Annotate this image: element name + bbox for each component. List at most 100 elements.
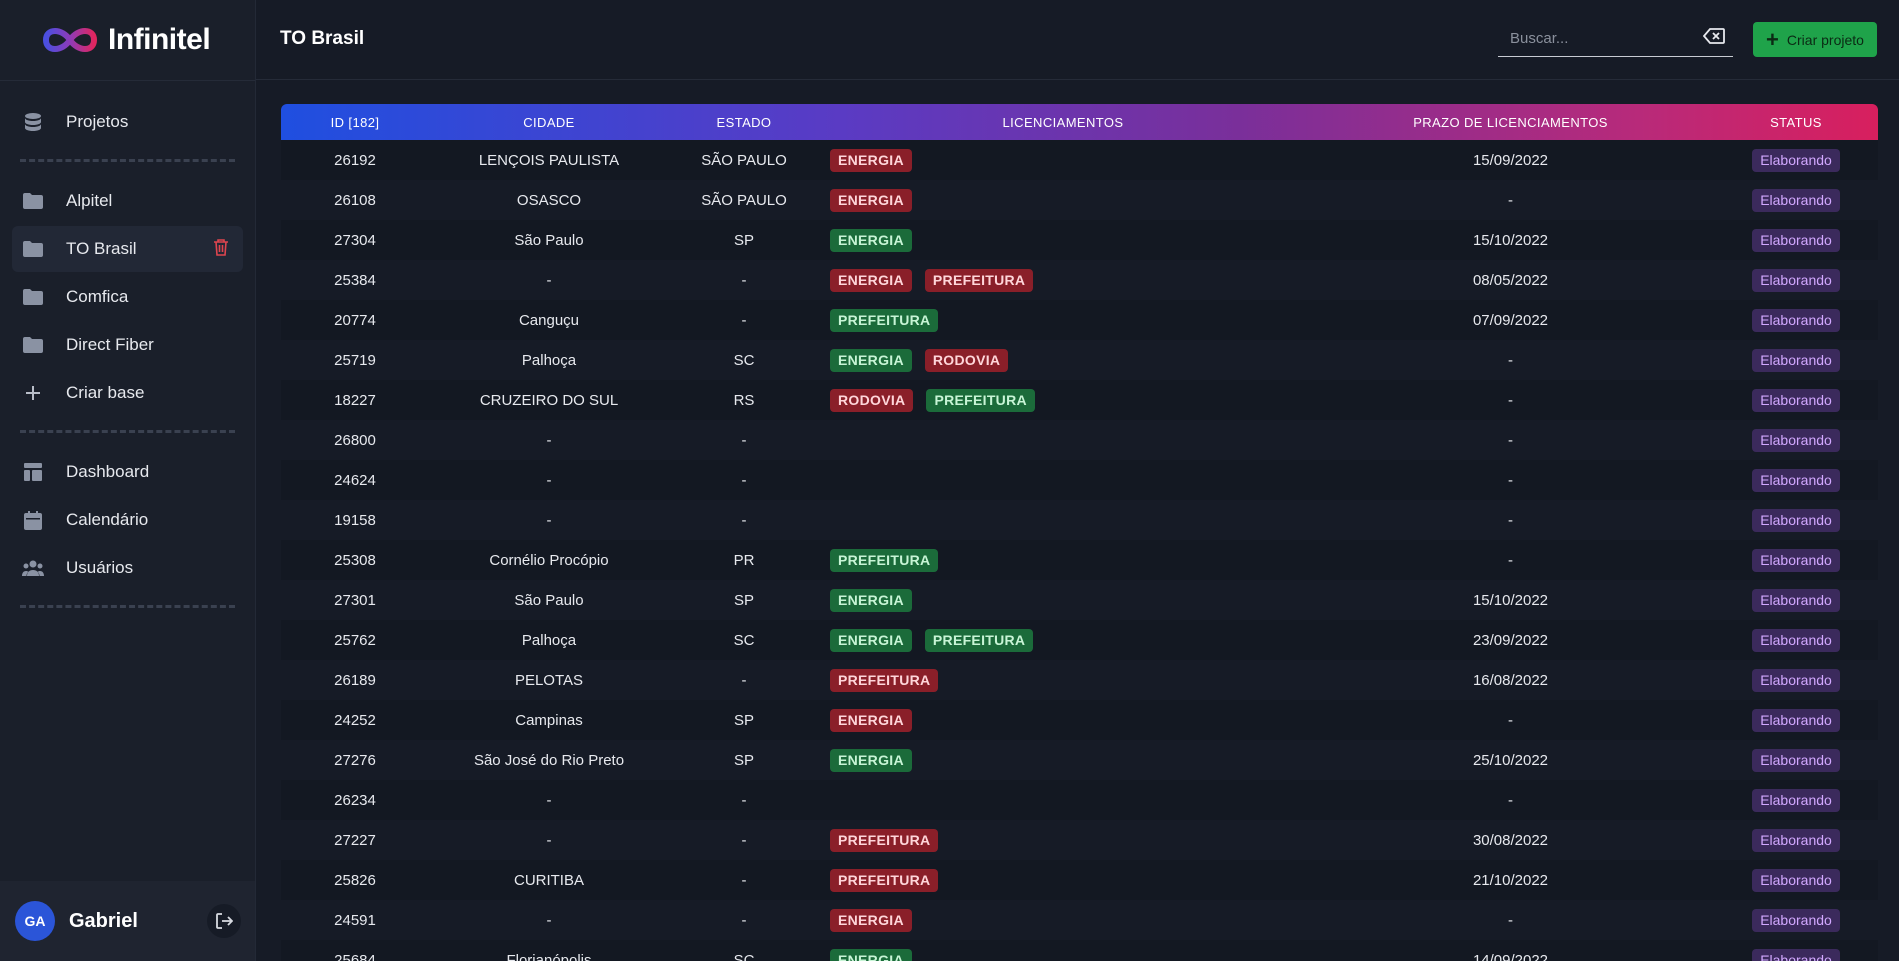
table-row[interactable]: 26800 - - - Elaborando (281, 420, 1878, 460)
table-row[interactable]: 25762 Palhoça SC ENERGIA PREFEITURA 23/09/202… (281, 620, 1878, 660)
cell-estado: SC (733, 951, 755, 961)
status-badge[interactable]: Elaborando (1752, 668, 1840, 692)
logo[interactable]: Infinitel (0, 0, 255, 81)
table-row[interactable]: 19158 - - - Elaborando (281, 500, 1878, 540)
cell-licenciamentos: PREFEITURA (819, 820, 1307, 860)
table-row[interactable]: 26192 LENÇOIS PAULISTA SÃO PAULO ENERGIA 15/… (281, 140, 1878, 180)
column-header-cidade[interactable]: CIDADE (429, 104, 669, 140)
table-row[interactable]: 27304 São Paulo SP ENERGIA 15/10/2022 Elabora… (281, 220, 1878, 260)
table-row[interactable]: 24591 - - ENERGIA - Elaborando (281, 900, 1878, 940)
sidebar: Infinitel Projetos Alpitel TO Brasil Com… (0, 0, 256, 961)
status-badge[interactable]: Elaborando (1752, 268, 1840, 292)
sidebar-item-direct-fiber[interactable]: Direct Fiber (12, 322, 243, 368)
cell-id: 27304 (334, 231, 376, 249)
cell-estado: - (741, 311, 747, 329)
status-badge[interactable]: Elaborando (1752, 388, 1840, 412)
sidebar-item-criar-base[interactable]: Criar base (12, 370, 243, 416)
clear-search-icon[interactable] (1702, 28, 1725, 46)
logout-button[interactable] (207, 904, 241, 938)
table-row[interactable]: 25384 - - ENERGIA PREFEITURA 08/05/2022 Elabor… (281, 260, 1878, 300)
status-badge[interactable]: Elaborando (1752, 308, 1840, 332)
cell-licenciamentos (819, 420, 1307, 460)
projects-table: ID [182] CIDADE ESTADO LICENCIAMENTOS PR… (281, 104, 1878, 961)
cell-cidade: - (546, 831, 552, 849)
status-badge[interactable]: Elaborando (1752, 828, 1840, 852)
table-row[interactable]: 26234 - - - Elaborando (281, 780, 1878, 820)
table-row[interactable]: 27227 - - PREFEITURA 30/08/2022 Elaborando (281, 820, 1878, 860)
cell-cidade: CURITIBA (513, 871, 584, 889)
cell-prazo: 15/10/2022 (1472, 591, 1549, 609)
cell-prazo: - (1508, 191, 1513, 209)
status-badge[interactable]: Elaborando (1752, 948, 1840, 961)
cell-status: Elaborando (1714, 740, 1878, 780)
status-badge[interactable]: Elaborando (1752, 908, 1840, 932)
divider (20, 159, 235, 162)
cell-id: 25684 (334, 951, 376, 961)
sidebar-item-alpitel[interactable]: Alpitel (12, 178, 243, 224)
cell-estado: - (741, 791, 747, 809)
table-row[interactable]: 25684 Florianópolis SC ENERGIA 14/09/2022 Ela… (281, 940, 1878, 961)
table-row[interactable]: 27301 São Paulo SP ENERGIA 15/10/2022 Elabora… (281, 580, 1878, 620)
sidebar-item-label: Direct Fiber (66, 335, 154, 354)
sidebar-item-calendario[interactable]: Calendário (12, 497, 243, 543)
cell-cidade: - (546, 471, 552, 489)
status-badge[interactable]: Elaborando (1752, 228, 1840, 252)
status-badge[interactable]: Elaborando (1752, 348, 1840, 372)
infinity-logo-icon (42, 28, 98, 52)
table-row[interactable]: 25719 Palhoça SC ENERGIA RODOVIA - Elaborando (281, 340, 1878, 380)
cell-estado: - (741, 831, 747, 849)
sidebar-item-to-brasil[interactable]: TO Brasil (12, 226, 243, 272)
table-row[interactable]: 25826 CURITIBA - PREFEITURA 21/10/2022 Elabor… (281, 860, 1878, 900)
sidebar-nav: Projetos Alpitel TO Brasil Comfica Direc… (0, 81, 255, 608)
sidebar-item-label: TO Brasil (66, 239, 137, 258)
status-badge[interactable]: Elaborando (1752, 588, 1840, 612)
table-row[interactable]: 18227 CRUZEIRO DO SUL RS RODOVIA PREFEITURA -… (281, 380, 1878, 420)
sidebar-item-label: Usuários (66, 558, 134, 577)
status-badge[interactable]: Elaborando (1752, 188, 1840, 212)
sidebar-item-usuarios[interactable]: Usuários (12, 545, 243, 591)
status-badge[interactable]: Elaborando (1752, 628, 1840, 652)
cell-status: Elaborando (1714, 580, 1878, 620)
search-box (1498, 20, 1733, 57)
cell-id: 27227 (334, 831, 376, 849)
table-row[interactable]: 25308 Cornélio Procópio PR PREFEITURA - Elabo… (281, 540, 1878, 580)
cell-estado: SÃO PAULO (701, 151, 787, 169)
cell-licenciamentos: ENERGIA (819, 220, 1307, 260)
avatar[interactable]: GA (15, 901, 55, 941)
status-badge[interactable]: Elaborando (1752, 748, 1840, 772)
status-badge[interactable]: Elaborando (1752, 508, 1840, 532)
table-row[interactable]: 24252 Campinas SP ENERGIA - Elaborando (281, 700, 1878, 740)
user-name: Gabriel (69, 909, 138, 932)
divider (20, 605, 235, 608)
column-header-prazo[interactable]: PRAZO DE LICENCIAMENTOS (1307, 104, 1714, 140)
table-row[interactable]: 26189 PELOTAS - PREFEITURA 16/08/2022 Elabora… (281, 660, 1878, 700)
status-badge[interactable]: Elaborando (1752, 788, 1840, 812)
projects-table-container: ID [182] CIDADE ESTADO LICENCIAMENTOS PR… (281, 104, 1878, 961)
status-badge[interactable]: Elaborando (1752, 868, 1840, 892)
status-badge[interactable]: Elaborando (1752, 708, 1840, 732)
search-input[interactable] (1498, 20, 1712, 56)
cell-estado: SP (733, 591, 754, 609)
status-badge[interactable]: Elaborando (1752, 428, 1840, 452)
table-row[interactable]: 27276 São José do Rio Preto SP ENERGIA 25/10… (281, 740, 1878, 780)
create-project-button[interactable]: + Criar projeto (1753, 22, 1877, 57)
column-header-status[interactable]: STATUS (1714, 104, 1878, 140)
table-row[interactable]: 26108 OSASCO SÃO PAULO ENERGIA - Elaborando (281, 180, 1878, 220)
column-header-licenciamentos[interactable]: LICENCIAMENTOS (819, 104, 1307, 140)
column-header-id[interactable]: ID [182] (281, 104, 429, 140)
sidebar-item-dashboard[interactable]: Dashboard (12, 449, 243, 495)
sidebar-item-comfica[interactable]: Comfica (12, 274, 243, 320)
table-row[interactable]: 24624 - - - Elaborando (281, 460, 1878, 500)
column-header-estado[interactable]: ESTADO (669, 104, 819, 140)
sidebar-item-projetos[interactable]: Projetos (12, 99, 243, 145)
licenciamento-badge: ENERGIA (830, 228, 912, 252)
status-badge[interactable]: Elaborando (1752, 468, 1840, 492)
top-header: TO Brasil + Criar projeto (256, 0, 1899, 80)
cell-estado: SÃO PAULO (701, 191, 787, 209)
table-row[interactable]: 20774 Canguçu - PREFEITURA 07/09/2022 Elabora… (281, 300, 1878, 340)
status-badge[interactable]: Elaborando (1752, 548, 1840, 572)
cell-prazo: 25/10/2022 (1472, 751, 1549, 769)
status-badge[interactable]: Elaborando (1752, 148, 1840, 172)
database-icon (22, 111, 44, 133)
trash-icon[interactable] (213, 238, 233, 260)
